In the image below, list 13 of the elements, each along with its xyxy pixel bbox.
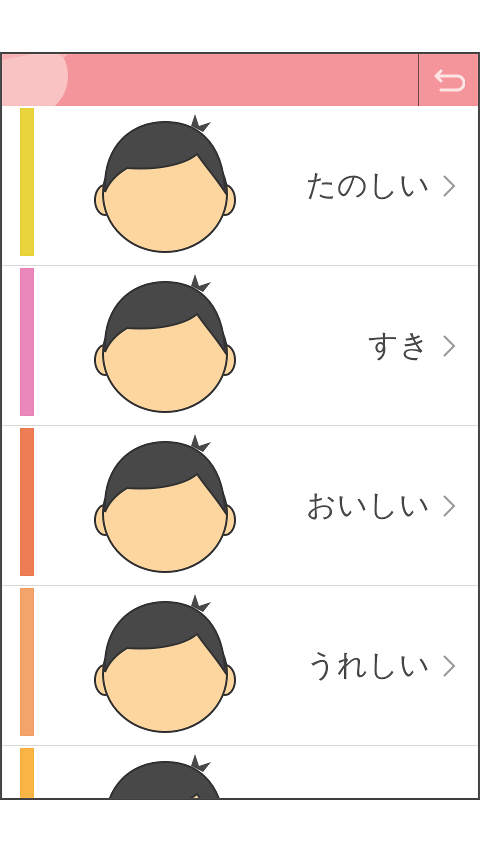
feeling-label: すき <box>367 327 430 365</box>
feeling-row[interactable]: おいしい <box>2 426 478 586</box>
feeling-label: うれしい <box>305 647 430 685</box>
feeling-row[interactable]: うれしい <box>2 586 478 746</box>
return-arrow-icon <box>432 67 464 93</box>
feeling-row[interactable]: たのしい <box>2 106 478 266</box>
feeling-label: たのしい <box>305 167 430 205</box>
chevron-right-icon <box>442 654 456 678</box>
chevron-right-icon <box>442 334 456 358</box>
feeling-label: おいしい <box>305 487 430 525</box>
chevron-right-icon <box>442 494 456 518</box>
feeling-row[interactable]: すき <box>2 266 478 426</box>
chevron-right-icon <box>442 174 456 198</box>
